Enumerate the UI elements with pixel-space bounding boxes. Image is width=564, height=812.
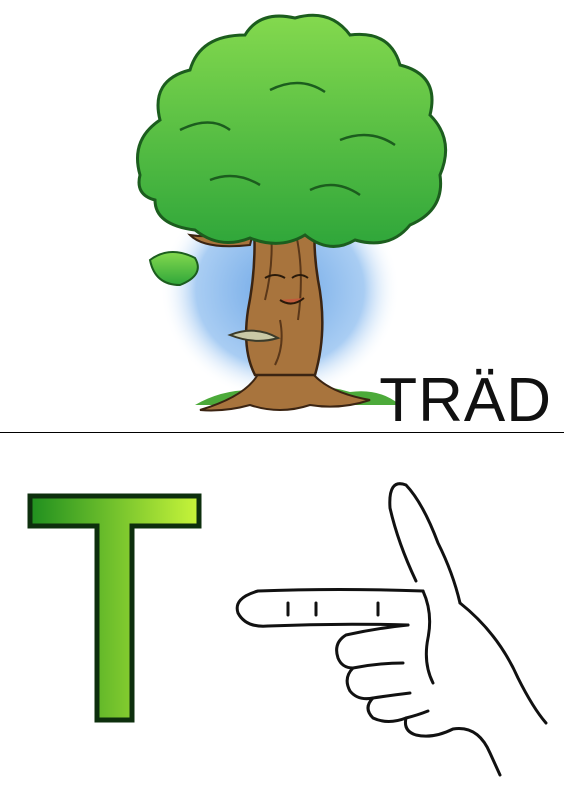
letter-t-glyph (27, 493, 202, 723)
tree-with-face-icon (136, 13, 448, 412)
word-card-top: TRÄD (0, 0, 564, 432)
word-label: TRÄD (379, 366, 552, 435)
hand-sign-t-icon (235, 482, 548, 777)
letter-card-bottom (0, 433, 564, 812)
